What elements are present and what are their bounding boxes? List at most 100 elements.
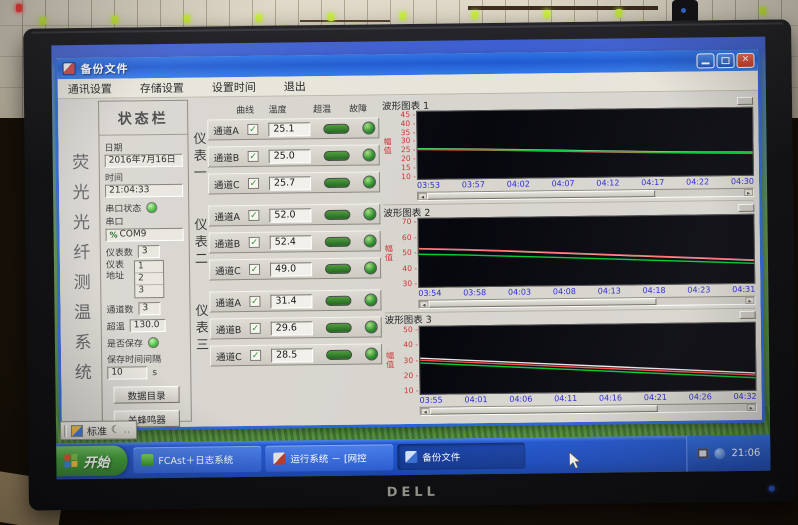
overtemp-led <box>326 322 352 332</box>
scroll-thumb[interactable] <box>427 190 655 200</box>
taskbar-item-3[interactable]: 备份文件 <box>397 443 525 471</box>
serial-port-select[interactable]: % COM9 <box>106 228 184 242</box>
serial-port-value: COM9 <box>120 229 147 240</box>
temperature-field[interactable]: 25.7 <box>269 176 311 191</box>
date-label: 日期 <box>104 140 182 154</box>
curve-checkbox[interactable]: ✓ <box>248 210 259 221</box>
ime-mode-label[interactable]: 标准 <box>87 423 107 438</box>
temperature-field[interactable]: 52.0 <box>269 208 311 223</box>
instrument-name: 仪表一 <box>192 131 208 182</box>
xtick-label: 04:02 <box>507 180 530 190</box>
overtemp-led <box>324 209 350 219</box>
task-icon <box>405 451 417 463</box>
xtick-label: 03:53 <box>417 181 440 191</box>
header-curve: 曲线 <box>192 103 254 117</box>
channel-label: 通道C <box>216 349 246 363</box>
menu-item-3[interactable]: 设置时间 <box>212 78 256 95</box>
meter-count-field[interactable]: 3 <box>138 245 160 258</box>
tray-network-icon[interactable] <box>714 448 725 459</box>
temperature-field[interactable]: 25.0 <box>269 149 311 164</box>
menu-item-1[interactable]: 通讯设置 <box>68 80 112 97</box>
menu-item-2[interactable]: 存储设置 <box>140 79 184 96</box>
channel-count-field[interactable]: 3 <box>138 302 160 315</box>
curve-checkbox[interactable]: ✓ <box>250 323 261 334</box>
channel-row: 通道A✓31.4 <box>209 289 381 312</box>
scroll-thumb[interactable] <box>428 298 656 308</box>
xtick-label: 04:12 <box>596 179 619 189</box>
tray-clock[interactable]: 21:06 <box>731 447 760 458</box>
scroll-left-icon[interactable]: ◂ <box>421 408 430 415</box>
menu-item-4[interactable]: 退出 <box>284 78 306 94</box>
scroll-right-icon[interactable]: ▸ <box>744 189 753 196</box>
channel-label: 通道C <box>215 263 245 277</box>
meter-address-item[interactable]: 1 <box>135 261 163 273</box>
overtemp-led <box>326 349 352 359</box>
curve-checkbox[interactable]: ✓ <box>248 178 259 189</box>
channel-label: 通道A <box>213 123 243 137</box>
fault-led <box>365 320 378 333</box>
grip-icon[interactable] <box>64 425 67 437</box>
xtick-label: 04:03 <box>508 287 531 297</box>
overtemp-label: 超温 <box>107 319 125 332</box>
instrument-group: 仪表一通道A✓25.1通道B✓25.0通道C✓25.7 <box>192 117 377 194</box>
time-label: 时间 <box>105 170 183 184</box>
task-icon <box>273 453 285 465</box>
tray-display-icon[interactable] <box>697 448 708 458</box>
panel-bus-line <box>300 20 390 22</box>
language-bar-more[interactable]: .. <box>124 425 131 434</box>
app-window: 备份文件 ✕ 通讯设置存储设置设置时间退出 荧光光纤测温系统 状态栏 <box>54 50 765 432</box>
panel-led-icon <box>256 14 262 22</box>
curve-checkbox[interactable]: ✓ <box>249 264 260 275</box>
ime-icon[interactable] <box>71 425 83 437</box>
overtemp-led <box>325 236 351 246</box>
language-bar[interactable]: 标准 ☾ .. <box>60 420 137 440</box>
meter-address-item[interactable]: 2 <box>135 273 163 285</box>
curve-checkbox[interactable]: ✓ <box>250 350 261 361</box>
temperature-field[interactable]: 52.4 <box>270 235 312 250</box>
temperature-field[interactable]: 28.5 <box>271 348 313 363</box>
taskbar-item-2[interactable]: 运行系统 － [网控 <box>265 444 393 472</box>
series-line-通道C <box>418 145 753 157</box>
taskbar-item-1[interactable]: FCAst＋日志系统 <box>133 446 261 474</box>
data-directory-button[interactable]: 数据目录 <box>113 386 179 404</box>
minimize-button[interactable] <box>696 53 714 68</box>
scroll-left-icon[interactable]: ◂ <box>418 193 427 200</box>
start-button[interactable]: 开始 <box>56 445 127 476</box>
scroll-right-icon[interactable]: ▸ <box>745 296 754 303</box>
curve-checkbox[interactable]: ✓ <box>249 237 260 248</box>
temperature-field[interactable]: 49.0 <box>270 262 312 277</box>
channel-row: 通道C ✓ 28.5 <box>210 343 382 366</box>
scroll-left-icon[interactable]: ◂ <box>419 300 428 307</box>
save-interval-field[interactable]: 10 <box>107 366 147 379</box>
save-interval-unit: s <box>152 368 157 378</box>
meter-address-item[interactable]: 3 <box>135 285 163 297</box>
panel-led-icon <box>184 15 190 23</box>
overtemp-led <box>325 295 351 305</box>
chart-scale-widget[interactable] <box>737 96 753 104</box>
chart-scale-widget[interactable] <box>738 204 754 212</box>
chart-scale-widget[interactable] <box>740 311 756 319</box>
curve-checkbox[interactable]: ✓ <box>248 151 259 162</box>
temperature-field[interactable]: 31.4 <box>270 294 312 309</box>
ytick-label: 30 - <box>403 356 418 364</box>
panel-led-icon <box>328 13 334 21</box>
xtick-label: 04:32 <box>733 392 756 402</box>
curve-checkbox[interactable]: ✓ <box>247 124 258 135</box>
curve-checkbox[interactable]: ✓ <box>249 296 260 307</box>
close-button[interactable]: ✕ <box>736 53 754 68</box>
moon-icon[interactable]: ☾ <box>111 425 120 436</box>
channel-row: 通道B✓25.0 <box>208 144 380 167</box>
scroll-thumb[interactable] <box>430 405 658 415</box>
meter-address-list[interactable]: 123 <box>134 260 164 298</box>
xtick-label: 04:30 <box>731 177 754 187</box>
channel-label: 通道A <box>214 209 244 223</box>
header-temperature: 温度 <box>254 102 301 116</box>
maximize-button[interactable] <box>716 53 734 68</box>
instrument-name: 仪表二 <box>193 217 209 268</box>
fault-led <box>364 234 377 247</box>
temperature-field[interactable]: 29.6 <box>271 321 313 336</box>
temperature-field[interactable]: 25.1 <box>268 122 310 137</box>
overtemp-field[interactable]: 130.0 <box>130 319 166 332</box>
task-label: 运行系统 － [网控 <box>290 451 366 466</box>
scroll-right-icon[interactable]: ▸ <box>747 404 756 411</box>
